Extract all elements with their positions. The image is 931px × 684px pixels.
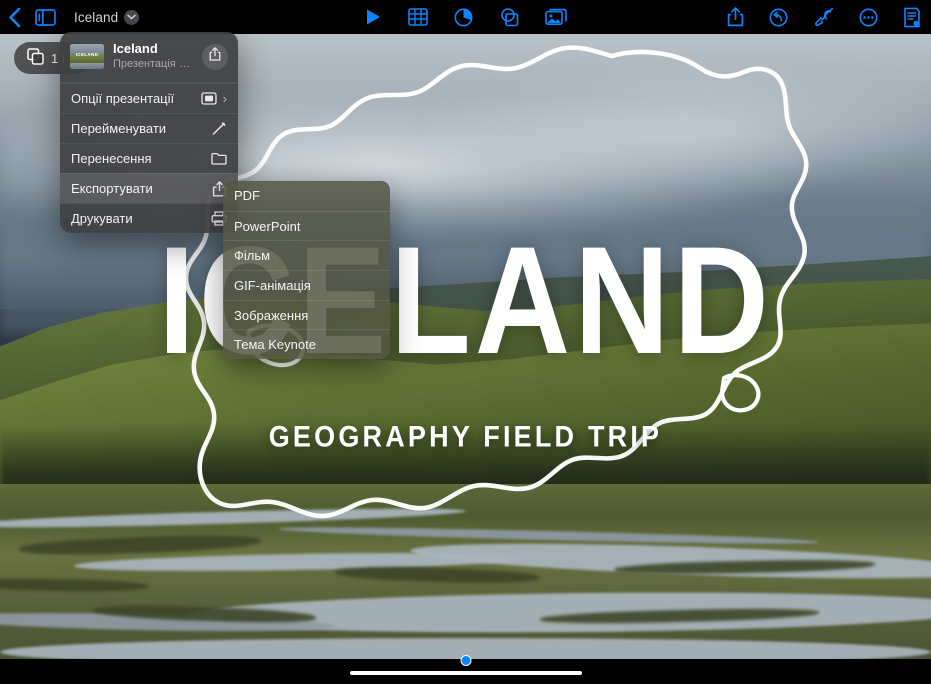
chevron-down-icon[interactable]	[124, 9, 140, 25]
menu-item-export[interactable]: Експортувати	[60, 173, 238, 204]
top-toolbar: Iceland	[0, 0, 931, 34]
menu-item-label: Опції презентації	[71, 91, 175, 107]
slide-position-indicator[interactable]	[460, 655, 471, 666]
thumbnail-title: ICELAND	[75, 52, 99, 58]
document-title-group[interactable]: Iceland	[70, 9, 140, 25]
paintbrush-icon[interactable]	[813, 7, 834, 27]
valley-floor	[0, 484, 931, 659]
chevron-left-icon[interactable]	[8, 7, 21, 28]
menu-document-name: Iceland	[113, 41, 158, 56]
menu-item-label: Перенесення	[71, 151, 152, 167]
export-submenu: PDF PowerPoint Фільм GIF-анімація Зображ…	[223, 181, 390, 360]
share-icon	[209, 47, 221, 66]
share-icon[interactable]	[727, 7, 744, 27]
display-icon	[201, 92, 217, 105]
slides-icon	[27, 48, 44, 68]
document-icon[interactable]	[903, 7, 921, 28]
document-context-menu: ICELAND Iceland Презентація Keynote... О…	[60, 32, 238, 234]
play-icon[interactable]	[365, 8, 382, 26]
chevron-right-icon: ›	[222, 91, 227, 107]
undo-icon[interactable]	[769, 8, 788, 27]
media-icon[interactable]	[544, 8, 567, 26]
shapes-icon[interactable]	[499, 7, 519, 27]
menu-item-presentation-options[interactable]: Опції презентації ›	[60, 83, 238, 113]
submenu-item-powerpoint[interactable]: PowerPoint	[223, 210, 390, 241]
slide-subtitle[interactable]: GEOGRAPHY FIELD TRIP	[0, 421, 931, 454]
menu-item-label: Перейменувати	[71, 121, 167, 137]
cloud-band-secondary	[372, 46, 931, 209]
submenu-item-pdf[interactable]: PDF	[223, 181, 390, 211]
toolbar-left-group: Iceland	[0, 7, 140, 28]
menu-document-subtitle: Презентація Keynote...	[113, 58, 193, 71]
menu-header[interactable]: ICELAND Iceland Презентація Keynote...	[60, 32, 238, 84]
menu-item-label: Експортувати	[71, 181, 153, 197]
menu-item-rename[interactable]: Перейменувати	[60, 113, 238, 143]
menu-header-text: Iceland Презентація Keynote...	[113, 41, 193, 72]
menu-share-button[interactable]	[202, 43, 228, 70]
menu-item-label: Друкувати	[71, 211, 133, 227]
toolbar-right-group	[727, 7, 921, 28]
home-indicator[interactable]	[349, 670, 582, 675]
document-thumbnail: ICELAND	[70, 44, 104, 70]
submenu-item-images[interactable]: Зображення	[223, 299, 390, 330]
sidebar-toggle-icon[interactable]	[35, 8, 56, 26]
pie-chart-icon[interactable]	[454, 8, 473, 27]
table-icon[interactable]	[407, 8, 428, 26]
slide-title[interactable]: ICELAND	[0, 223, 931, 377]
submenu-item-gif[interactable]: GIF-анімація	[223, 270, 390, 300]
ellipsis-circle-icon[interactable]	[859, 8, 878, 27]
document-title[interactable]: Iceland	[74, 10, 118, 25]
menu-item-print[interactable]: Друкувати	[60, 203, 238, 233]
folder-icon	[211, 152, 227, 165]
pencil-icon	[211, 122, 227, 136]
submenu-item-movie[interactable]: Фільм	[223, 240, 390, 270]
submenu-item-keynote-theme[interactable]: Тема Keynote	[223, 329, 390, 359]
menu-item-move[interactable]: Перенесення	[60, 143, 238, 173]
